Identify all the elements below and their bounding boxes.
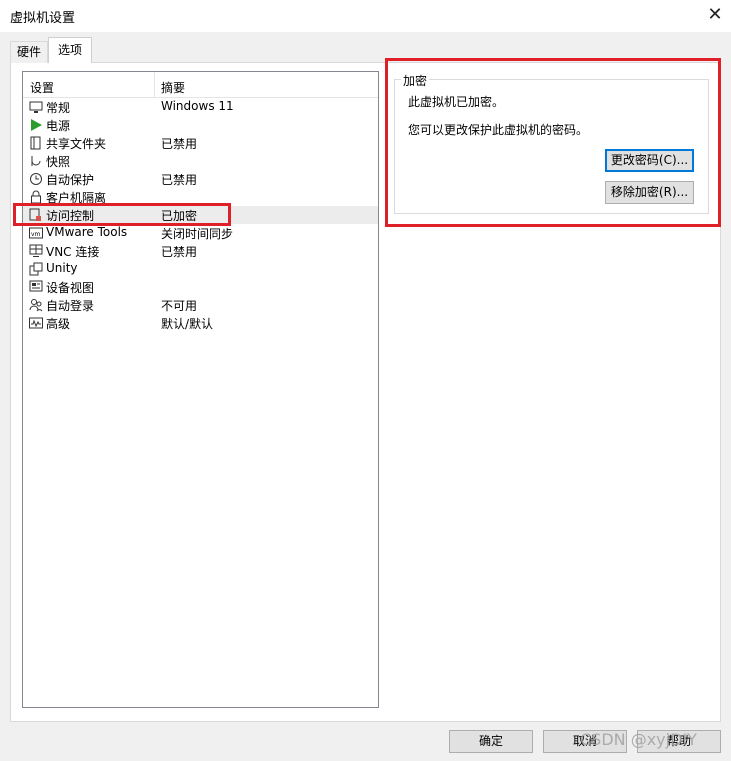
change-password-button[interactable]: 更改密码(C)... [605, 149, 694, 172]
list-item-label: 共享文件夹 [46, 137, 107, 151]
cancel-button[interactable]: 取消 [543, 730, 627, 753]
close-icon[interactable]: ✕ [699, 0, 731, 32]
list-item-summary: 关闭时间同步 [161, 227, 234, 241]
tab-hardware[interactable]: 硬件 [10, 41, 49, 63]
list-item-label: 客户机隔离 [46, 191, 107, 205]
shared-folder-icon [29, 136, 43, 150]
help-button[interactable]: 帮助 [637, 730, 721, 753]
play-icon [29, 118, 43, 132]
list-item-label: VNC 连接 [46, 245, 100, 259]
list-item-label: 快照 [46, 155, 71, 169]
svg-text:vm: vm [31, 231, 41, 238]
remove-encryption-button[interactable]: 移除加密(R)... [605, 181, 694, 204]
snapshot-icon [29, 154, 43, 168]
tab-options[interactable]: 选项 [48, 37, 93, 63]
encryption-group-label: 加密 [401, 72, 430, 89]
list-item-vnc[interactable]: VNC 连接 已禁用 [23, 242, 378, 260]
column-header-summary[interactable]: 摘要 [161, 79, 185, 96]
list-item-label: Unity [46, 261, 78, 275]
list-item-access-control[interactable]: 访问控制 已加密 [23, 206, 378, 224]
settings-list[interactable]: 设置 摘要 常规 Windows 11 电源 共享文件夹 已禁用 快照 自动保护… [22, 71, 379, 708]
list-header: 设置 摘要 [23, 72, 378, 98]
list-item-label: 高级 [46, 317, 71, 331]
list-item-power[interactable]: 电源 [23, 116, 378, 134]
list-item-summary: 不可用 [161, 299, 198, 313]
list-item-autoprotect[interactable]: 自动保护 已禁用 [23, 170, 378, 188]
list-item-device-view[interactable]: 设备视图 [23, 278, 378, 296]
ok-button[interactable]: 确定 [449, 730, 533, 753]
list-item-label: 电源 [46, 119, 71, 133]
list-item-summary: 已禁用 [161, 173, 198, 187]
list-item-snapshots[interactable]: 快照 [23, 152, 378, 170]
access-control-icon [29, 208, 43, 222]
advanced-icon [29, 316, 43, 330]
column-header-setting[interactable]: 设置 [30, 79, 54, 96]
list-item-label: 自动保护 [46, 173, 95, 187]
vm-icon: vm [29, 226, 43, 240]
list-item-label: VMware Tools [46, 225, 128, 239]
list-item-label: 设备视图 [46, 281, 95, 295]
device-view-icon [29, 280, 43, 294]
list-item-guest-isolation[interactable]: 客户机隔离 [23, 188, 378, 206]
list-item-shared-folders[interactable]: 共享文件夹 已禁用 [23, 134, 378, 152]
vnc-icon [29, 244, 43, 258]
encryption-info-text: 您可以更改保护此虚拟机的密码。 [408, 123, 589, 137]
list-item-label: 自动登录 [46, 299, 95, 313]
list-item-summary: 默认/默认 [161, 317, 214, 331]
window-title: 虚拟机设置 [10, 11, 76, 26]
list-item-label: 常规 [46, 101, 71, 115]
list-item-advanced[interactable]: 高级 默认/默认 [23, 314, 378, 332]
column-divider[interactable] [154, 72, 155, 98]
list-item-summary: 已加密 [161, 209, 198, 223]
encryption-status-text: 此虚拟机已加密。 [408, 95, 505, 109]
list-item-general[interactable]: 常规 Windows 11 [23, 98, 378, 116]
list-item-label: 访问控制 [46, 209, 95, 223]
users-icon [29, 298, 43, 312]
unity-icon [29, 262, 43, 276]
list-item-autologin[interactable]: 自动登录 不可用 [23, 296, 378, 314]
clock-icon [29, 172, 43, 186]
list-item-summary: 已禁用 [161, 137, 198, 151]
title-bar: 虚拟机设置 ✕ [0, 0, 731, 32]
list-item-summary: Windows 11 [161, 99, 234, 113]
list-item-unity[interactable]: Unity [23, 260, 378, 278]
lock-icon [29, 190, 43, 204]
list-item-vmware-tools[interactable]: vm VMware Tools 关闭时间同步 [23, 224, 378, 242]
monitor-icon [29, 100, 43, 114]
list-item-summary: 已禁用 [161, 245, 198, 259]
